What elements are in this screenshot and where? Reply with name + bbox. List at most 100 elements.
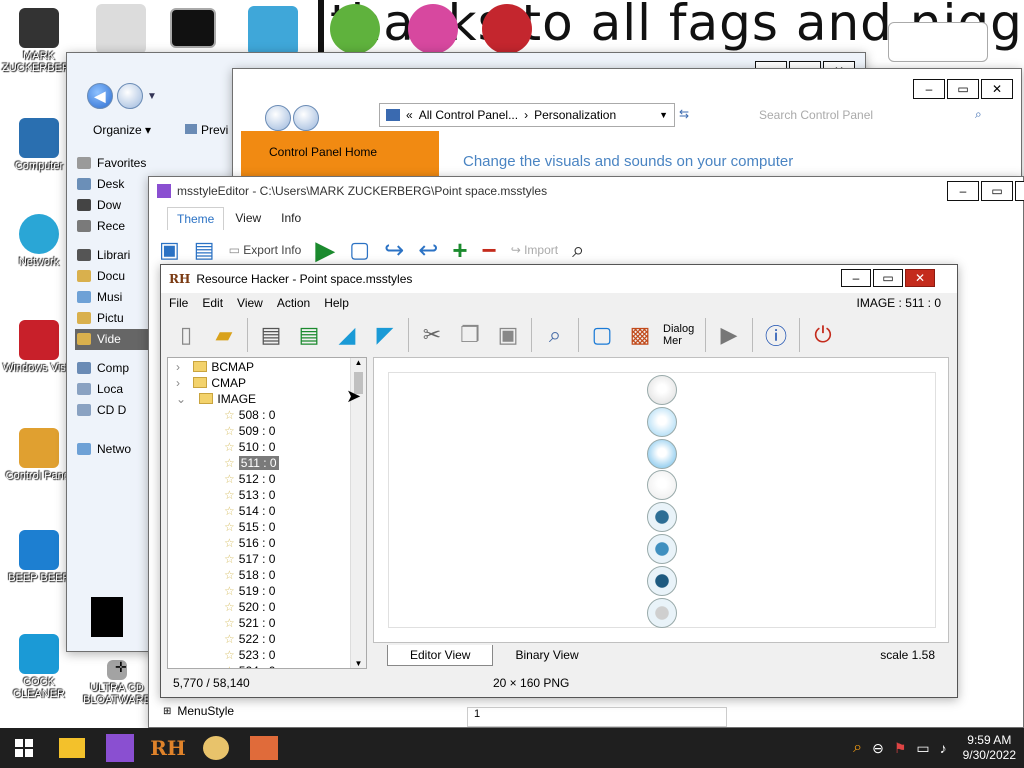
desktop-icon-control-panel[interactable]: Control Panel [2,428,76,482]
preview-button[interactable]: Previ [185,123,228,137]
tab-editor-view[interactable]: Editor View [387,644,494,666]
remove-icon[interactable]: − [482,235,497,266]
taskbar-resource-hacker[interactable]: RH [144,728,192,768]
network-icon[interactable]: ▭ [916,740,929,757]
organize-button[interactable]: Organize ▾ [93,123,151,137]
search-icon[interactable]: ⌕ [853,739,862,757]
tree-item[interactable]: ☆ 520 : 0 [168,599,366,615]
tree-item[interactable]: ☆ 513 : 0 [168,487,366,503]
back-button[interactable]: ◀ [87,83,113,109]
preview-icon[interactable]: ▢ [349,237,370,263]
forward-button[interactable] [117,83,143,109]
sidebar-item[interactable]: CD D [75,400,159,421]
maximize-button[interactable]: ▭ [947,79,979,99]
desktop-icon-mark-zuckerberg[interactable]: MARK ZUCKERBERG [2,8,78,74]
dialog-merger-button[interactable]: Dialog Mer [663,323,697,347]
dev-cpp-icon[interactable] [482,4,532,54]
tree-item[interactable]: ☆ 522 : 0 [168,631,366,647]
tab-view[interactable]: View [226,207,270,230]
back-button[interactable] [265,105,291,131]
copy-icon[interactable]: ❐ [455,320,485,350]
desktop-icon-network[interactable]: Network [2,214,76,268]
paste-icon[interactable]: ▣ [493,320,523,350]
forward-button[interactable] [293,105,319,131]
sidebar-item[interactable]: Desk [75,174,159,195]
sidebar-item[interactable]: Netwo [75,439,159,460]
add-image-icon[interactable]: ▩ [625,320,655,350]
add-resource-icon[interactable]: ▢ [587,320,617,350]
search-input[interactable]: Search Control Panel [753,103,993,127]
tree-item[interactable]: ☆ 515 : 0 [168,519,366,535]
sidebar-item[interactable]: Musi [75,287,159,308]
close-button[interactable]: ✕ [1015,181,1024,201]
search-icon[interactable]: ⌕ [975,107,982,122]
open-icon[interactable]: ▣ [159,237,180,263]
maximize-button[interactable]: ▭ [873,269,903,287]
history-dropdown-icon[interactable]: ▼ [147,91,157,102]
maximize-button[interactable]: ▭ [981,181,1013,201]
close-button[interactable]: ✕ [981,79,1013,99]
tree-item[interactable]: ☆ 516 : 0 [168,535,366,551]
sidebar-item[interactable]: Dow [75,195,159,216]
new-file-icon[interactable]: ▯ [171,320,201,350]
sidebar-item[interactable]: Rece [75,216,159,237]
import-button[interactable]: ↪ Import [511,243,558,257]
tab-theme[interactable]: Theme [167,207,225,230]
minimize-button[interactable]: – [947,181,979,201]
tree-item[interactable]: ☆ 514 : 0 [168,503,366,519]
play-icon[interactable]: ▶ [315,235,335,266]
desktop-icon-beep-beep[interactable]: BEEP BEEP [2,530,76,584]
chevron-down-icon[interactable]: ⌄ [176,392,189,406]
add-icon[interactable]: + [452,235,467,266]
sidebar-item[interactable]: Comp [75,358,159,379]
menu-action[interactable]: Action [277,296,310,310]
tree-item-menustyle[interactable]: ⊞ MenuStyle [163,701,463,721]
compile-icon[interactable]: ◢ [332,320,362,350]
taskbar-tool[interactable] [240,728,288,768]
menu-edit[interactable]: Edit [202,296,223,310]
minimize-button[interactable]: – [913,79,945,99]
tree-folder[interactable]: › CMAP [168,375,366,391]
save-icon[interactable]: ▤ [194,237,215,263]
tree-item[interactable]: ☆ 521 : 0 [168,615,366,631]
sidebar-item[interactable]: Docu [75,266,159,287]
cut-icon[interactable]: ✂ [417,320,447,350]
menu-file[interactable]: File [169,296,188,310]
taskbar-paint[interactable] [192,728,240,768]
save-icon[interactable]: ▤ [256,320,286,350]
desktop-tile-icon[interactable] [248,6,298,56]
clock[interactable]: 9:59 AM 9/30/2022 [963,733,1016,763]
control-panel-home-link[interactable]: Control Panel Home [241,131,439,181]
minimize-button[interactable]: – [841,269,871,287]
file-thumbnail[interactable] [91,597,123,637]
minus-circle-icon[interactable]: ⊖ [872,740,884,757]
tree-item[interactable]: ☆ 508 : 0 [168,407,366,423]
taskbar-file-explorer[interactable] [48,728,96,768]
menu-help[interactable]: Help [324,296,349,310]
chevron-right-icon[interactable]: › [176,376,183,390]
refresh-icon[interactable]: ⇆ [679,107,689,121]
breadcrumb-personalization[interactable]: Personalization [534,108,616,122]
exit-icon[interactable]: ⏻ [808,320,838,350]
find-icon[interactable]: ⌕ [540,320,570,350]
tab-info[interactable]: Info [272,207,310,230]
picsart-icon[interactable] [408,4,458,54]
scroll-down-icon[interactable]: ▼ [351,659,366,668]
chevron-down-icon[interactable]: ▼ [659,110,668,120]
tree-item[interactable]: ☆ 523 : 0 [168,647,366,663]
run-script-icon[interactable]: ▶ [714,320,744,350]
volume-icon[interactable]: ♪ [940,740,947,756]
save-as-icon[interactable]: ▤ [294,320,324,350]
address-bar[interactable]: « All Control Panel... › Personalization… [379,103,675,127]
sidebar-item[interactable]: Loca [75,379,159,400]
sidebar-item[interactable]: Librari [75,245,159,266]
desktop-icon-computer[interactable]: Computer [2,118,76,172]
redo-icon[interactable]: ↪ [384,236,404,265]
open-folder-icon[interactable]: ▰ [209,320,239,350]
undo-icon[interactable]: ↩ [418,236,438,265]
export-info-button[interactable]: ▭ Export Info [229,243,302,257]
search-icon[interactable]: ⌕ [572,237,584,263]
tree-item[interactable]: ☆ 509 : 0 [168,423,366,439]
sidebar-item[interactable]: Pictu [75,308,159,329]
tree-folder[interactable]: › BCMAP [168,359,366,375]
